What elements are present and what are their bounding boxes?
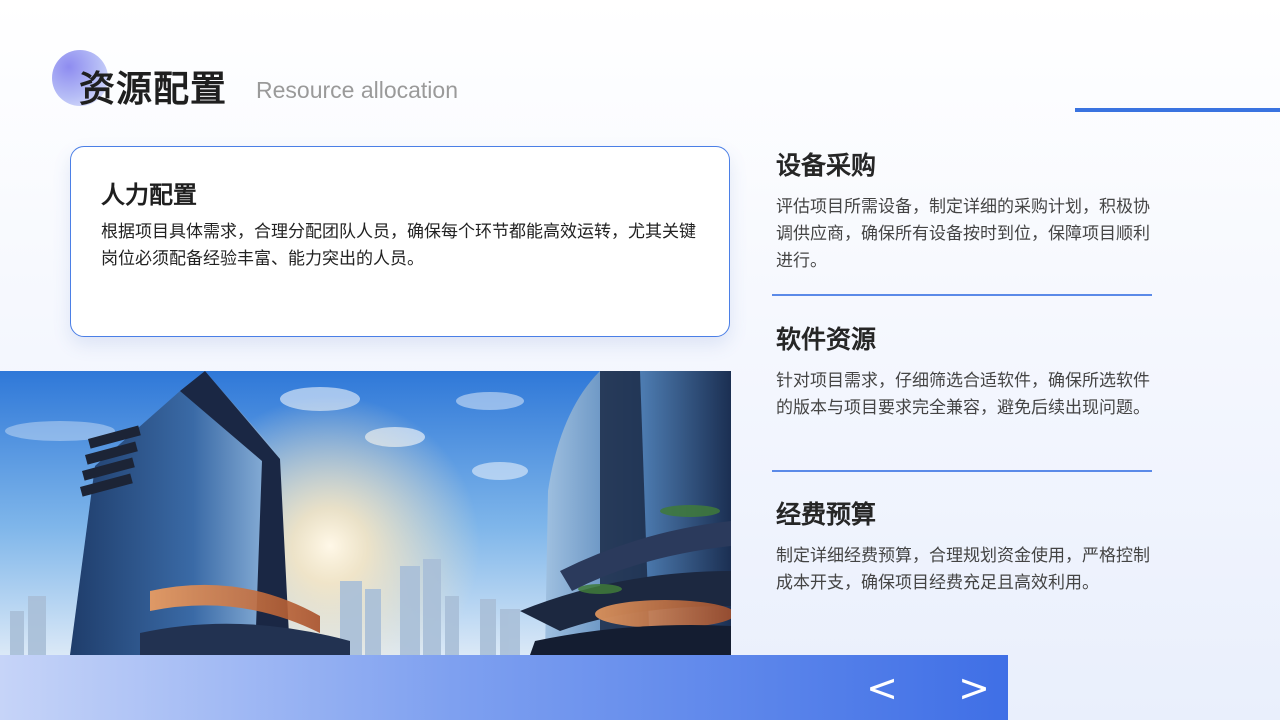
software-resources-section: 软件资源 针对项目需求，仔细筛选合适软件，确保所选软件的版本与项目要求完全兼容，…: [776, 320, 1156, 422]
prev-button[interactable]: <: [862, 666, 902, 710]
section-title: 软件资源: [776, 325, 877, 354]
bottom-bar: [0, 655, 1008, 720]
page-title: 资源配置: [79, 69, 228, 110]
city-buildings-image: [0, 371, 731, 655]
section-body: 制定详细经费预算，合理规划资金使用，严格控制成本开支，确保项目经费充足且高效利用…: [776, 546, 1150, 593]
building-photo: [0, 371, 731, 655]
section-title: 设备采购: [776, 151, 877, 180]
header-accent-line: [1075, 108, 1280, 112]
section-title: 经费预算: [776, 500, 877, 529]
equipment-procurement-section: 设备采购 评估项目所需设备，制定详细的采购计划，积极协调供应商，确保所有设备按时…: [776, 146, 1156, 275]
section-divider: [772, 470, 1152, 472]
next-button[interactable]: >: [954, 666, 994, 710]
section-divider: [772, 294, 1152, 296]
budget-section: 经费预算 制定详细经费预算，合理规划资金使用，严格控制成本开支，确保项目经费充足…: [776, 495, 1156, 597]
card-title: 人力配置: [101, 181, 197, 209]
card-body: 根据项目具体需求，合理分配团队人员，确保每个环节都能高效运转，尤其关键岗位必须配…: [101, 222, 696, 269]
human-resource-card: 人力配置 根据项目具体需求，合理分配团队人员，确保每个环节都能高效运转，尤其关键…: [70, 146, 730, 337]
page-subtitle: Resource allocation: [256, 77, 459, 103]
section-body: 针对项目需求，仔细筛选合适软件，确保所选软件的版本与项目要求完全兼容，避免后续出…: [776, 371, 1150, 418]
section-body: 评估项目所需设备，制定详细的采购计划，积极协调供应商，确保所有设备按时到位，保障…: [776, 197, 1150, 271]
